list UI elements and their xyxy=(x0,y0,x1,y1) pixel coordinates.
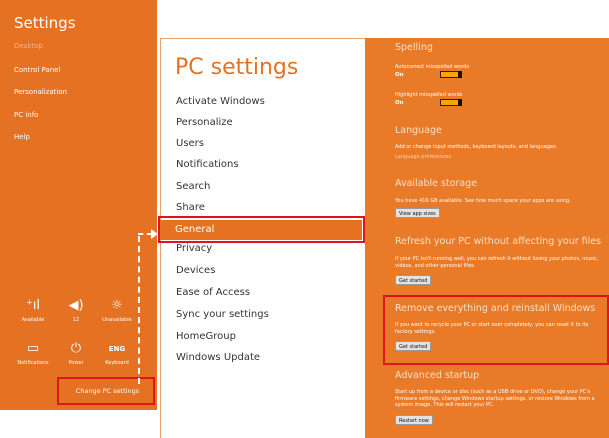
refresh-desc: If your PC isn't running well, you can r… xyxy=(395,256,599,269)
nav-item-sync-settings[interactable]: Sync your settings xyxy=(176,309,269,320)
settings-charm-pane: Settings Desktop Control Panel Personali… xyxy=(0,0,157,410)
highlight-label: Highlight misspelled words xyxy=(395,92,463,98)
storage-desc: You have 416 GB available. See how much … xyxy=(395,198,571,204)
power-tile[interactable]: ⏻ Power xyxy=(56,341,96,366)
nav-item-personalize[interactable]: Personalize xyxy=(176,117,233,128)
nav-general-highlight xyxy=(158,216,365,243)
guide-arrow-horizontal xyxy=(138,233,152,235)
brightness-label: Unavailable xyxy=(102,317,132,323)
autocorrect-value: On xyxy=(395,72,404,78)
network-tile[interactable]: ⁺ıl Available xyxy=(13,298,53,323)
charm-link-personalization[interactable]: Personalization xyxy=(14,88,67,96)
brightness-tile[interactable]: ☼ Unavailable xyxy=(97,298,137,323)
language-preferences-link[interactable]: Language preferences xyxy=(395,154,451,160)
charm-link-help[interactable]: Help xyxy=(14,133,30,141)
keyboard-icon: ENG xyxy=(108,345,126,353)
screen: Settings Desktop Control Panel Personali… xyxy=(0,0,609,438)
notifications-icon: ▭ xyxy=(26,341,40,356)
charm-link-desktop[interactable]: Desktop xyxy=(14,42,43,50)
power-icon: ⏻ xyxy=(70,341,82,356)
nav-item-ease-of-access[interactable]: Ease of Access xyxy=(176,287,250,298)
nav-item-activate-windows[interactable]: Activate Windows xyxy=(176,96,265,107)
notifications-label: Notifications xyxy=(17,360,49,366)
language-desc: Add or change input methods, keyboard la… xyxy=(395,144,558,150)
autocorrect-label: Autocorrect misspelled words xyxy=(395,64,469,70)
nav-item-windows-update[interactable]: Windows Update xyxy=(176,352,260,363)
volume-label: 12 xyxy=(72,317,80,323)
nav-item-devices[interactable]: Devices xyxy=(176,265,215,276)
spelling-heading: Spelling xyxy=(395,42,433,53)
refresh-heading: Refresh your PC without affecting your f… xyxy=(395,236,602,247)
guide-arrow-vertical xyxy=(138,236,140,384)
nav-item-search[interactable]: Search xyxy=(176,181,210,192)
highlight-value: On xyxy=(395,100,404,106)
nav-item-privacy[interactable]: Privacy xyxy=(176,243,212,254)
nav-item-users[interactable]: Users xyxy=(176,138,204,149)
notifications-tile[interactable]: ▭ Notifications xyxy=(13,341,53,366)
network-label: Available xyxy=(21,317,45,323)
nav-item-notifications[interactable]: Notifications xyxy=(176,159,239,170)
volume-tile[interactable]: ◀) 12 xyxy=(56,298,96,323)
keyboard-label: Keyboard xyxy=(105,360,129,366)
charm-title: Settings xyxy=(14,14,76,32)
storage-heading: Available storage xyxy=(395,178,478,189)
refresh-get-started-button[interactable]: Get started xyxy=(395,275,432,285)
advanced-startup-heading: Advanced startup xyxy=(395,370,480,381)
change-pc-settings-highlight xyxy=(57,377,155,405)
toggle-thumb xyxy=(458,99,462,106)
reset-highlight xyxy=(383,295,609,365)
nav-item-homegroup[interactable]: HomeGroup xyxy=(176,331,236,342)
advanced-startup-desc: Start up from a device or disc (such as … xyxy=(395,389,595,408)
charm-link-control-panel[interactable]: Control Panel xyxy=(14,66,60,74)
language-heading: Language xyxy=(395,125,442,136)
keyboard-tile[interactable]: ENG Keyboard xyxy=(97,341,137,366)
pc-settings-title: PC settings xyxy=(175,55,299,80)
charm-link-pc-info[interactable]: PC info xyxy=(14,111,38,119)
power-label: Power xyxy=(68,360,84,366)
restart-now-button[interactable]: Restart now xyxy=(395,415,433,425)
brightness-icon: ☼ xyxy=(111,298,123,313)
view-app-sizes-button[interactable]: View app sizes xyxy=(395,208,440,218)
volume-icon: ◀) xyxy=(68,298,84,313)
toggle-thumb xyxy=(458,71,462,78)
autocorrect-toggle[interactable] xyxy=(440,71,462,78)
nav-item-share[interactable]: Share xyxy=(176,202,205,213)
guide-arrow-head-icon xyxy=(151,229,158,239)
highlight-toggle[interactable] xyxy=(440,99,462,106)
network-icon: ⁺ıl xyxy=(25,298,41,313)
